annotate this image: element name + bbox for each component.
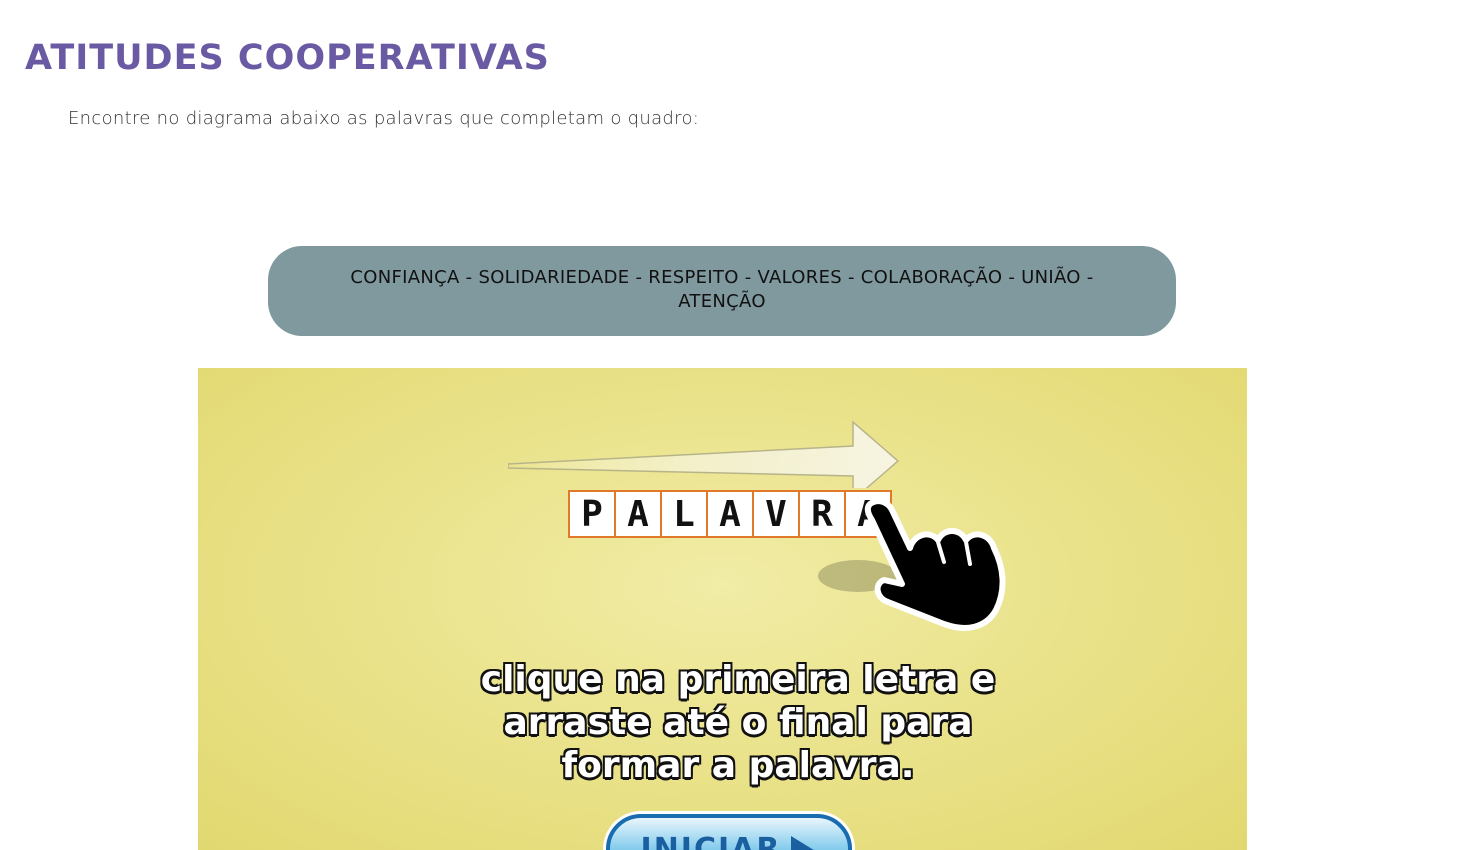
word-list-text: CONFIANÇA - SOLIDARIEDADE - RESPEITO - V… — [350, 267, 1094, 312]
letter-tile: L — [662, 492, 708, 536]
pointing-hand-icon — [818, 498, 1006, 631]
instruction-line: formar a palavra. — [561, 744, 916, 787]
word-list-box: CONFIANÇA - SOLIDARIEDADE - RESPEITO - V… — [268, 246, 1176, 336]
letter-tile: P — [570, 492, 616, 536]
word-search-game[interactable]: P A L A V R A clique na primeira letra e… — [198, 368, 1247, 850]
instructions-text: Encontre no diagrama abaixo as palavras … — [68, 108, 700, 129]
play-icon — [791, 836, 818, 850]
letter-tile: A — [708, 492, 754, 536]
game-instructions: clique na primeira letra e arraste até o… — [468, 658, 1008, 787]
instruction-line: clique na primeira letra e — [480, 658, 997, 701]
start-button[interactable]: INICIAR — [606, 814, 852, 850]
arrow-right-icon — [508, 420, 900, 488]
letter-tile: A — [616, 492, 662, 536]
instruction-line: arraste até o final para — [503, 701, 974, 744]
page-title: ATITUDES COOPERATIVAS — [25, 38, 550, 78]
letter-tile: V — [754, 492, 800, 536]
start-button-label: INICIAR — [640, 832, 782, 850]
